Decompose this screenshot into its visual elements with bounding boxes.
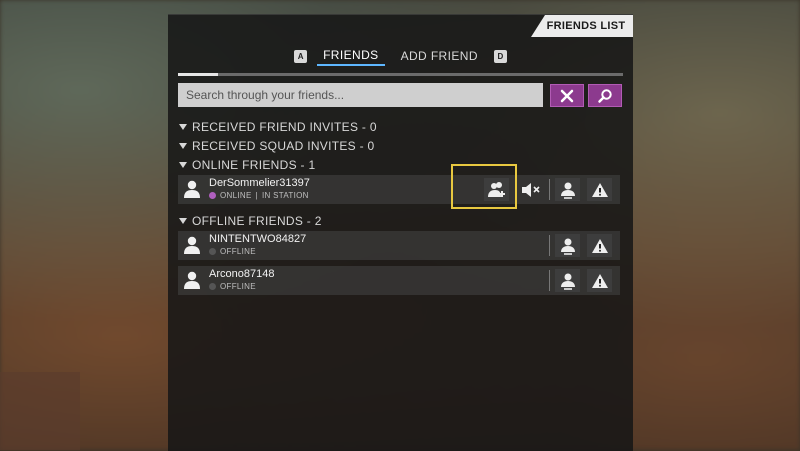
section-online-friends[interactable]: ONLINE FRIENDS - 1 bbox=[179, 157, 315, 173]
action-separator bbox=[549, 270, 550, 291]
magnifier-icon bbox=[598, 88, 612, 103]
friends-list-panel: FRIENDS LIST A FRIENDS ADD FRIEND D RECE… bbox=[168, 14, 633, 451]
online-status-dot bbox=[209, 192, 216, 199]
section-received-squad-invites[interactable]: RECEIVED SQUAD INVITES - 0 bbox=[179, 138, 375, 154]
status-separator: | bbox=[255, 191, 258, 200]
remove-friend-icon bbox=[560, 182, 575, 199]
remove-friend-icon bbox=[560, 273, 575, 290]
offline-status-dot bbox=[209, 283, 216, 290]
section-label: RECEIVED FRIEND INVITES - 0 bbox=[192, 120, 377, 134]
remove-friend-button[interactable] bbox=[555, 234, 580, 257]
collapse-triangle-icon bbox=[179, 218, 187, 224]
collapse-triangle-icon bbox=[179, 124, 187, 130]
report-button[interactable] bbox=[587, 234, 612, 257]
report-button[interactable] bbox=[587, 269, 612, 292]
mute-speaker-icon bbox=[521, 182, 540, 197]
section-received-friend-invites[interactable]: RECEIVED FRIEND INVITES - 0 bbox=[179, 119, 377, 135]
scroll-indicator-bar bbox=[178, 73, 623, 76]
search-input[interactable] bbox=[178, 83, 543, 107]
collapse-triangle-icon bbox=[179, 143, 187, 149]
tab-right-key-hint: D bbox=[493, 49, 507, 63]
remove-friend-icon bbox=[560, 238, 575, 255]
friend-status: OFFLINE bbox=[209, 247, 256, 256]
collapse-triangle-icon bbox=[179, 162, 187, 168]
user-avatar-icon bbox=[184, 236, 200, 254]
friend-row-online[interactable]: DerSommelier31397 ONLINE | IN STATION bbox=[178, 175, 620, 204]
report-button[interactable] bbox=[587, 178, 612, 201]
friend-name: Arcono87148 bbox=[209, 268, 275, 280]
background-shape bbox=[0, 372, 80, 450]
clear-search-button[interactable] bbox=[550, 84, 584, 107]
search-button[interactable] bbox=[588, 84, 622, 107]
user-avatar-icon bbox=[184, 271, 200, 289]
tab-left-key-hint: A bbox=[294, 49, 308, 63]
friend-row-offline[interactable]: NINTENTWO84827 OFFLINE bbox=[178, 231, 620, 260]
remove-friend-button[interactable] bbox=[555, 269, 580, 292]
tab-friends[interactable]: FRIENDS bbox=[317, 46, 385, 66]
section-label: OFFLINE FRIENDS - 2 bbox=[192, 214, 322, 228]
mute-button[interactable] bbox=[518, 178, 543, 201]
highlight-box bbox=[451, 164, 517, 209]
warning-icon bbox=[591, 238, 608, 253]
friend-name: DerSommelier31397 bbox=[209, 177, 310, 189]
user-avatar-icon bbox=[184, 180, 200, 198]
status-text: OFFLINE bbox=[220, 282, 256, 291]
friend-status: OFFLINE bbox=[209, 282, 256, 291]
status-text: OFFLINE bbox=[220, 247, 256, 256]
search-row bbox=[178, 83, 623, 107]
remove-friend-button[interactable] bbox=[555, 178, 580, 201]
section-label: ONLINE FRIENDS - 1 bbox=[192, 158, 316, 172]
panel-title: FRIENDS LIST bbox=[531, 15, 633, 37]
tab-bar: A FRIENDS ADD FRIEND D bbox=[168, 45, 633, 67]
warning-icon bbox=[591, 273, 608, 288]
action-separator bbox=[549, 179, 550, 200]
offline-status-dot bbox=[209, 248, 216, 255]
friend-name: NINTENTWO84827 bbox=[209, 233, 307, 245]
friend-row-offline[interactable]: Arcono87148 OFFLINE bbox=[178, 266, 620, 295]
warning-icon bbox=[591, 182, 608, 197]
section-label: RECEIVED SQUAD INVITES - 0 bbox=[192, 139, 375, 153]
action-separator bbox=[549, 235, 550, 256]
tab-add-friend[interactable]: ADD FRIEND bbox=[395, 47, 484, 65]
status-text: ONLINE bbox=[220, 191, 252, 200]
friend-status: ONLINE | IN STATION bbox=[209, 191, 309, 200]
close-icon bbox=[560, 89, 574, 102]
section-offline-friends[interactable]: OFFLINE FRIENDS - 2 bbox=[179, 213, 322, 229]
location-text: IN STATION bbox=[261, 191, 309, 200]
